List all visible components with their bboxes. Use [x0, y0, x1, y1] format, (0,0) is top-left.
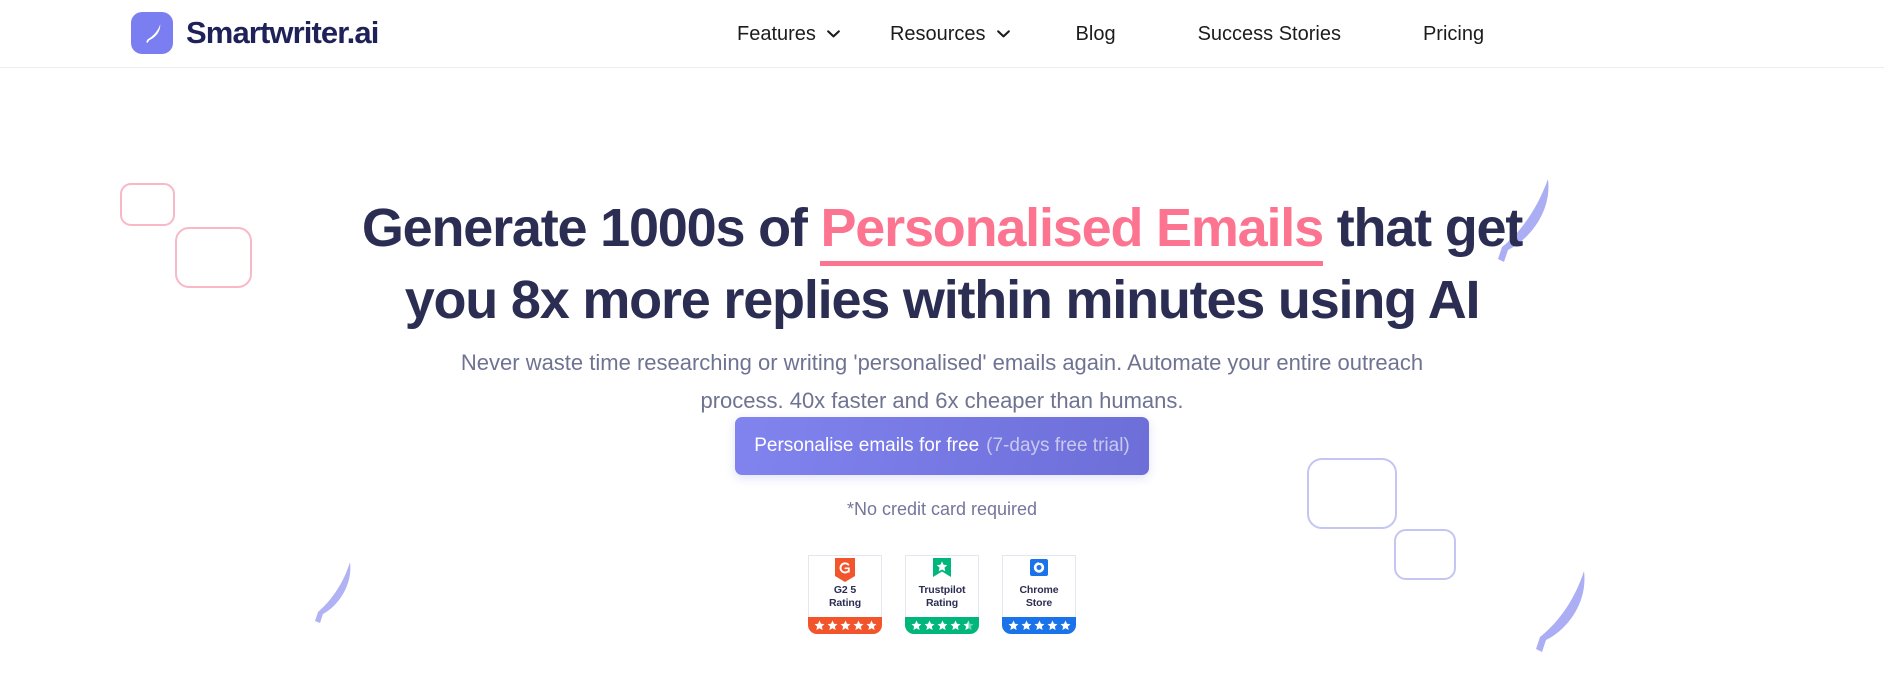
star-icon: [840, 620, 850, 630]
badge-stars-g2: [808, 617, 882, 634]
no-credit-card-note: *No credit card required: [846, 499, 1038, 519]
main-navigation: Features Resources Blog Success Stories …: [712, 0, 1525, 68]
badge-card: Chrome Store: [1002, 555, 1076, 617]
badge-label-line2: Rating: [828, 597, 862, 609]
decorative-square-pink-large: [175, 227, 252, 288]
half-star-icon: [963, 620, 973, 630]
rating-badges: G2 5 Rating Trustpilot Rating Chrome Sto…: [808, 555, 1076, 634]
star-icon: [1047, 620, 1057, 630]
headline-part-one: Generate 1000s of: [361, 198, 821, 259]
star-icon: [866, 620, 876, 630]
nav-label-resources: Resources: [889, 23, 986, 45]
decorative-feather-icon-bottom-left: [315, 562, 351, 623]
nav-item-resources[interactable]: Resources: [865, 24, 1035, 44]
hero-section: Generate 1000s of Personalised Emails th…: [0, 68, 1884, 679]
star-icon: [911, 620, 921, 630]
star-icon: [827, 620, 837, 630]
cta-sublabel: (7-days free trial): [986, 435, 1130, 456]
nav-label-features: Features: [737, 23, 816, 45]
g2-icon: [835, 558, 855, 582]
hero-subheading: Never waste time researching or writing …: [460, 350, 1424, 413]
star-icon: [1021, 620, 1031, 630]
nav-item-blog[interactable]: Blog: [1035, 24, 1157, 44]
decorative-square-purple-small: [1394, 529, 1456, 580]
nav-item-success-stories[interactable]: Success Stories: [1157, 24, 1382, 44]
nav-item-pricing[interactable]: Pricing: [1382, 24, 1525, 44]
nav-label-pricing: Pricing: [1422, 23, 1485, 45]
decorative-square-pink-small: [120, 183, 175, 226]
badge-label-line2: Rating: [925, 597, 959, 609]
badge-label-line2: Store: [1025, 597, 1053, 609]
star-icon: [937, 620, 947, 630]
chrome-store-icon: [1030, 559, 1048, 576]
star-icon: [1060, 620, 1070, 630]
feather-icon: [131, 12, 173, 54]
star-icon: [924, 620, 934, 630]
badge-stars-chrome: [1002, 617, 1076, 634]
nav-item-features[interactable]: Features: [712, 24, 865, 44]
badge-stars-trustpilot: [905, 617, 979, 634]
star-icon: [1008, 620, 1018, 630]
nav-label-success-stories: Success Stories: [1197, 23, 1341, 45]
badge-chrome-store[interactable]: Chrome Store: [1002, 555, 1076, 634]
nav-label-blog: Blog: [1075, 23, 1116, 45]
decorative-feather-icon-bottom-right: [1536, 571, 1585, 652]
star-icon: [950, 620, 960, 630]
brand-logo[interactable]: Smartwriter.ai: [131, 12, 379, 54]
star-icon: [814, 620, 824, 630]
chevron-down-icon: [827, 30, 840, 38]
badge-label-line1: G2 5: [833, 584, 857, 596]
decorative-square-purple-large: [1307, 458, 1397, 529]
landing-page: Smartwriter.ai Features Resources Blog S…: [0, 0, 1884, 679]
trustpilot-icon: [933, 558, 951, 577]
star-icon: [853, 620, 863, 630]
cta-label: Personalise emails for free: [754, 435, 980, 456]
chevron-down-icon: [996, 30, 1010, 38]
badge-card: G2 5 Rating: [808, 555, 882, 617]
badge-label-line1: Trustpilot: [918, 584, 966, 596]
badge-label-line1: Chrome: [1019, 584, 1059, 596]
site-header: Smartwriter.ai Features Resources Blog S…: [0, 0, 1884, 68]
personalise-emails-button[interactable]: Personalise emails for free (7-days free …: [735, 417, 1149, 475]
page-title: Generate 1000s of Personalised Emails th…: [317, 192, 1567, 336]
star-icon: [1034, 620, 1044, 630]
badge-trustpilot[interactable]: Trustpilot Rating: [905, 555, 979, 634]
headline-accent: Personalised Emails: [820, 198, 1324, 267]
badge-g2[interactable]: G2 5 Rating: [808, 555, 882, 634]
badge-card: Trustpilot Rating: [905, 555, 979, 617]
brand-name: Smartwriter.ai: [186, 15, 379, 50]
cta-container: Personalise emails for free (7-days free …: [735, 417, 1149, 475]
